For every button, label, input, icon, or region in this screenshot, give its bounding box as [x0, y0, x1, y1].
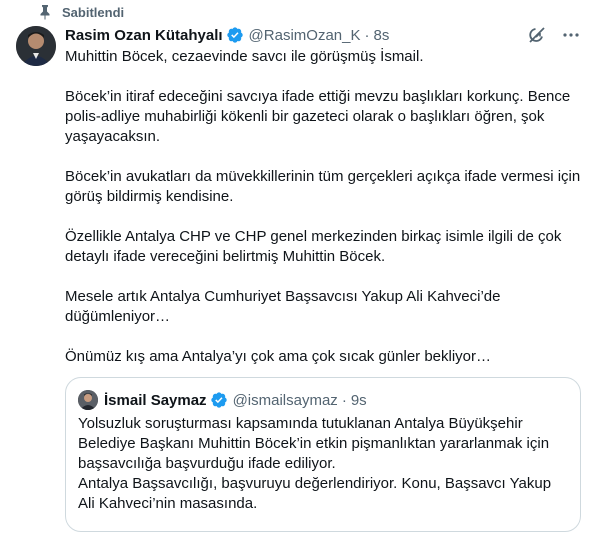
quoted-tweet-line: Antalya Başsavcılığı, başvuruyu değerlen…: [78, 475, 552, 512]
quoted-avatar: [78, 390, 98, 410]
tweet-paragraph: Önümüz kış ama Antalya’yı çok ama çok sı…: [65, 348, 492, 365]
tweet-paragraph: Mesele artık Antalya Cumhuriyet Başsavcı…: [65, 288, 505, 325]
tweet-paragraph: Böcek’in avukatları da müvekkillerinin t…: [65, 168, 585, 205]
quoted-tweet-time: 9s: [350, 391, 367, 409]
pin-icon: [40, 5, 50, 20]
more-icon[interactable]: [561, 25, 581, 45]
tweet-paragraph: Özellikle Antalya CHP ve CHP genel merke…: [65, 228, 566, 265]
header-actions: [527, 25, 581, 45]
verified-badge-icon: [226, 27, 243, 43]
verified-badge-icon: [210, 392, 227, 408]
tweet-header: Rasim Ozan Kütahyalı @RasimOzan_K · 8s: [65, 25, 581, 45]
tweet-paragraph: Böcek’in itiraf edeceğini savcıya ifade …: [65, 88, 575, 145]
author-handle[interactable]: @RasimOzan_K: [249, 27, 361, 44]
pinned-indicator: Sabitlendi: [40, 4, 124, 20]
tweet-text: Muhittin Böcek, cezaevinde savcı ile gör…: [65, 47, 581, 367]
quoted-author-display-name: İsmail Saymaz: [104, 391, 207, 409]
avatar[interactable]: [16, 26, 56, 66]
author-display-name[interactable]: Rasim Ozan Kütahyalı: [65, 27, 223, 44]
pinned-label: Sabitlendi: [62, 4, 125, 20]
quoted-tweet-line: Yolsuzluk soruşturması kapsamında tutukl…: [78, 415, 550, 472]
quoted-tweet-header: İsmail Saymaz @ismailsaymaz · 9s: [78, 390, 568, 410]
separator-dot: ·: [341, 391, 347, 409]
tweet-time[interactable]: 8s: [373, 27, 389, 44]
quoted-author-handle: @ismailsaymaz: [232, 391, 338, 409]
quoted-tweet[interactable]: İsmail Saymaz @ismailsaymaz · 9s Yolsuzl…: [65, 377, 581, 532]
separator-dot: ·: [364, 26, 370, 44]
tweet-paragraph: Muhittin Böcek, cezaevinde savcı ile gör…: [65, 48, 424, 65]
grok-icon[interactable]: [527, 25, 547, 45]
quoted-tweet-text: Yolsuzluk soruşturması kapsamında tutukl…: [78, 414, 568, 514]
